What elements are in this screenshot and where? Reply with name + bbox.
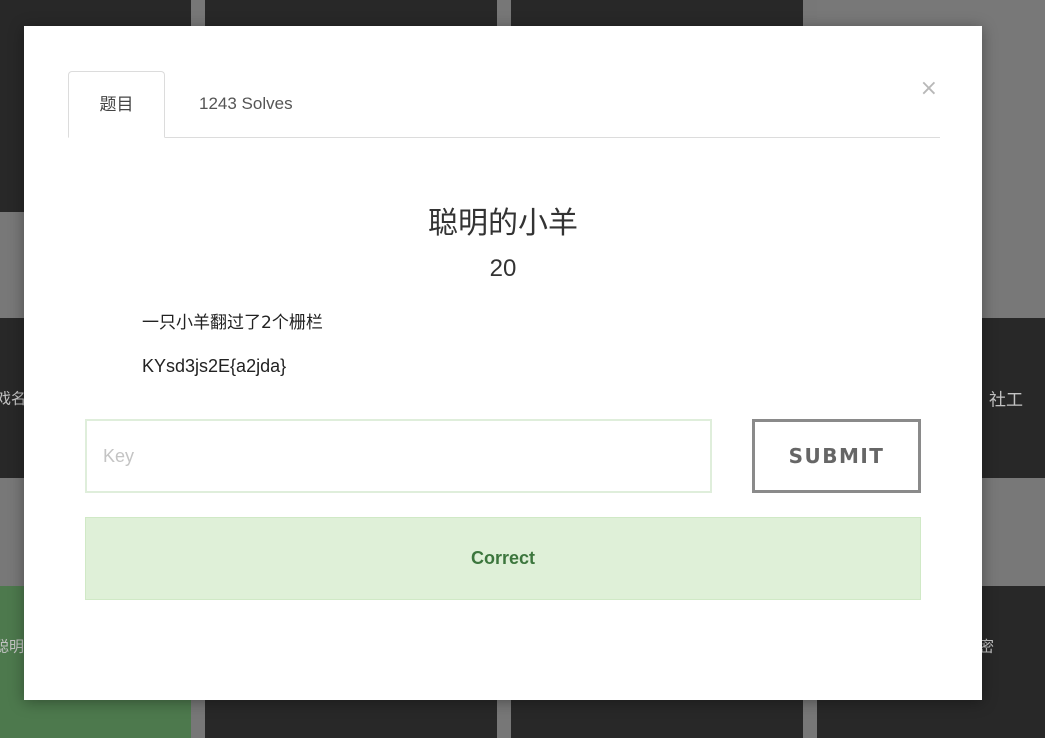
result-alert: Correct bbox=[85, 517, 921, 600]
submit-button[interactable]: SUBMIT bbox=[752, 419, 921, 493]
result-text: Correct bbox=[470, 548, 536, 568]
modal-tabs: 题目 1243 Solves bbox=[68, 71, 940, 138]
challenge-title: 聪明的小羊 bbox=[428, 206, 578, 241]
challenge-ciphertext: KYsd3js2E{a2jda} bbox=[142, 356, 287, 376]
tab-challenge[interactable]: 题目 bbox=[68, 71, 165, 138]
key-input[interactable] bbox=[85, 419, 712, 493]
challenge-description: 一只小羊翻过了2个栅栏 bbox=[142, 313, 323, 333]
tab-solves[interactable]: 1243 Solves bbox=[199, 71, 293, 137]
challenge-points: 20 bbox=[489, 255, 517, 282]
challenge-modal: × 题目 1243 Solves 聪明的小羊 20 一只小羊翻过了2个栅栏 KY… bbox=[24, 26, 982, 700]
